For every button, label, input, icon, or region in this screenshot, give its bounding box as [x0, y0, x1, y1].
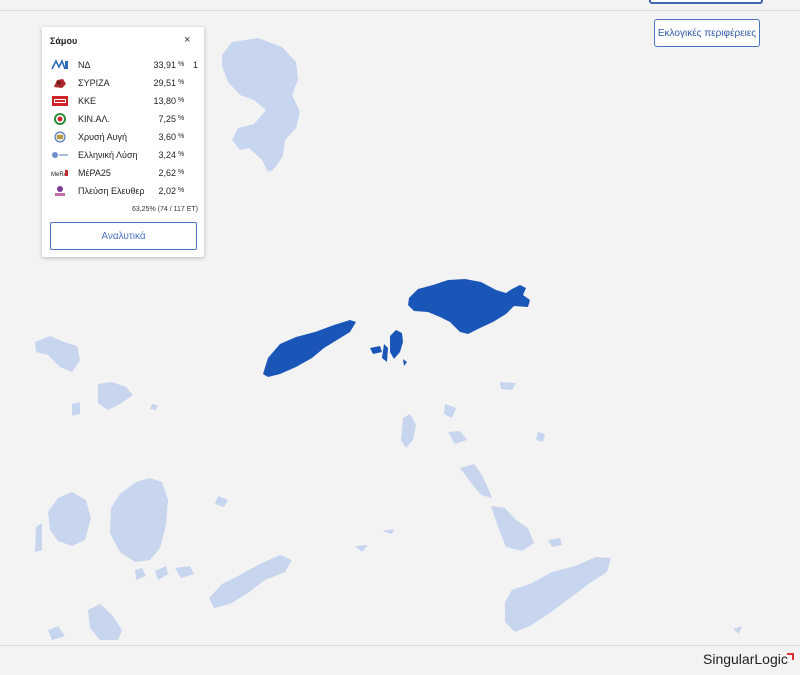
party-row-kke: ΚΚΕ 13,80 %: [42, 93, 204, 110]
syriza-logo-icon: [54, 79, 66, 88]
islet-sw-h: [155, 566, 168, 580]
fournoi-islet-c: [382, 344, 388, 362]
percent-unit: %: [178, 187, 185, 194]
brand-logo: SingularLogic: [703, 651, 788, 667]
islet-e-i: [355, 545, 368, 552]
islet-west-d: [150, 404, 158, 410]
party-row-elliniki-lysi: Ελληνική Λύση 3,24 %: [42, 147, 204, 164]
islet-se: [733, 626, 742, 634]
samos-island: [408, 279, 530, 334]
islet-sw-i: [175, 566, 194, 578]
percent-unit: %: [178, 115, 185, 122]
percent-unit: %: [178, 151, 185, 158]
brand-accent-icon: [787, 653, 794, 660]
islet-sw-f: [215, 496, 228, 507]
details-button[interactable]: Αναλυτικά: [50, 222, 197, 250]
island-sw-j: [209, 555, 292, 608]
islet-sw-e: [35, 523, 42, 552]
percent-unit: %: [178, 79, 185, 86]
island-west-b: [98, 382, 133, 410]
islet-sw-g: [135, 568, 146, 580]
electoral-regions-button[interactable]: Εκλογικές περιφέρειες: [654, 19, 760, 47]
fournoi-islet-a: [390, 330, 403, 359]
party-percent: 2,62: [158, 168, 176, 178]
party-name: Πλεύση Ελευθερίας: [78, 186, 144, 196]
nd-logo-icon: [51, 59, 68, 70]
ikaria-island: [263, 320, 356, 377]
party-row-nd: ΝΔ 33,91 % 1: [42, 57, 204, 74]
party-row-plefsi: Πλεύση Ελευθερίας 2,02 %: [42, 183, 204, 200]
party-name: ΚΚΕ: [78, 96, 97, 106]
bottom-divider: [0, 645, 800, 646]
kke-logo-icon: [52, 96, 68, 106]
party-percent: 3,24: [158, 150, 176, 160]
party-name: ΜέΡΑ25: [78, 168, 111, 178]
islet-west-c: [72, 402, 80, 416]
island-sw-k: [88, 604, 122, 640]
party-seats: 1: [192, 60, 198, 70]
percent-unit: %: [178, 169, 185, 176]
islet-e-j: [548, 538, 562, 547]
elliniki-lysi-logo-icon: [52, 152, 68, 158]
plefsi-logo-icon: [55, 186, 65, 196]
islet-e-h: [382, 529, 394, 534]
party-name: Χρυσή Αυγή: [78, 132, 128, 142]
islet-sw-l: [48, 626, 65, 640]
party-row-kinal: ΚΙΝ.ΑΛ. 7,25 %: [42, 111, 204, 128]
party-percent: 13,80: [153, 96, 176, 106]
counted-stations: (74 / 117 ΕΤ): [157, 206, 198, 213]
island-sw-naxos: [110, 478, 168, 562]
party-name: Ελληνική Λύση: [78, 150, 138, 160]
turnout-summary: 63,25% (74 / 117 ΕΤ): [102, 206, 198, 213]
island-e-a: [401, 414, 416, 448]
islet-e-b: [444, 404, 456, 418]
party-name: ΣΥΡΙΖΑ: [78, 78, 110, 88]
selected-region-samos[interactable]: [263, 279, 530, 377]
island-north: [222, 38, 300, 172]
party-percent: 33,91: [153, 60, 176, 70]
turnout-percent: 63,25: [131, 206, 150, 213]
close-icon[interactable]: ×: [184, 34, 190, 46]
party-percent: 29,51: [153, 78, 176, 88]
turnout-unit: %: [149, 206, 156, 213]
percent-unit: %: [178, 133, 185, 140]
constituency-popup: Σάμου × ΝΔ 33,91 % 1 ΣΥΡΙΖΑ 29,51 % ΚΚΕ …: [42, 27, 204, 257]
fournoi-islet-b: [370, 346, 382, 354]
island-rhodes: [505, 557, 611, 632]
party-name: ΝΔ: [78, 60, 91, 70]
fournoi-islet-d: [403, 359, 407, 366]
percent-unit: %: [178, 61, 185, 68]
xa-logo-icon: [54, 131, 66, 143]
mera25-logo-icon: MeRA: [51, 170, 68, 178]
party-row-syriza: ΣΥΡΙΖΑ 29,51 %: [42, 75, 204, 92]
island-e-f: [491, 506, 534, 551]
party-row-xa: Χρυσή Αυγή 3,60 %: [42, 129, 204, 146]
islet-e-d: [500, 382, 516, 390]
islet-e-c: [448, 431, 467, 444]
party-percent: 7,25: [158, 114, 176, 124]
island-e-e: [460, 464, 492, 498]
party-percent: 3,60: [158, 132, 176, 142]
island-west-a: [35, 336, 80, 372]
popup-title: Σάμου: [50, 36, 78, 46]
percent-unit: %: [178, 97, 185, 104]
island-sw-a: [48, 492, 91, 546]
party-percent: 2,02: [158, 186, 176, 196]
party-name: ΚΙΝ.ΑΛ.: [78, 114, 111, 124]
party-row-mera25: MeRA ΜέΡΑ25 2,62 %: [42, 165, 204, 182]
islet-e-g: [536, 432, 545, 442]
kinal-logo-icon: [54, 113, 66, 125]
